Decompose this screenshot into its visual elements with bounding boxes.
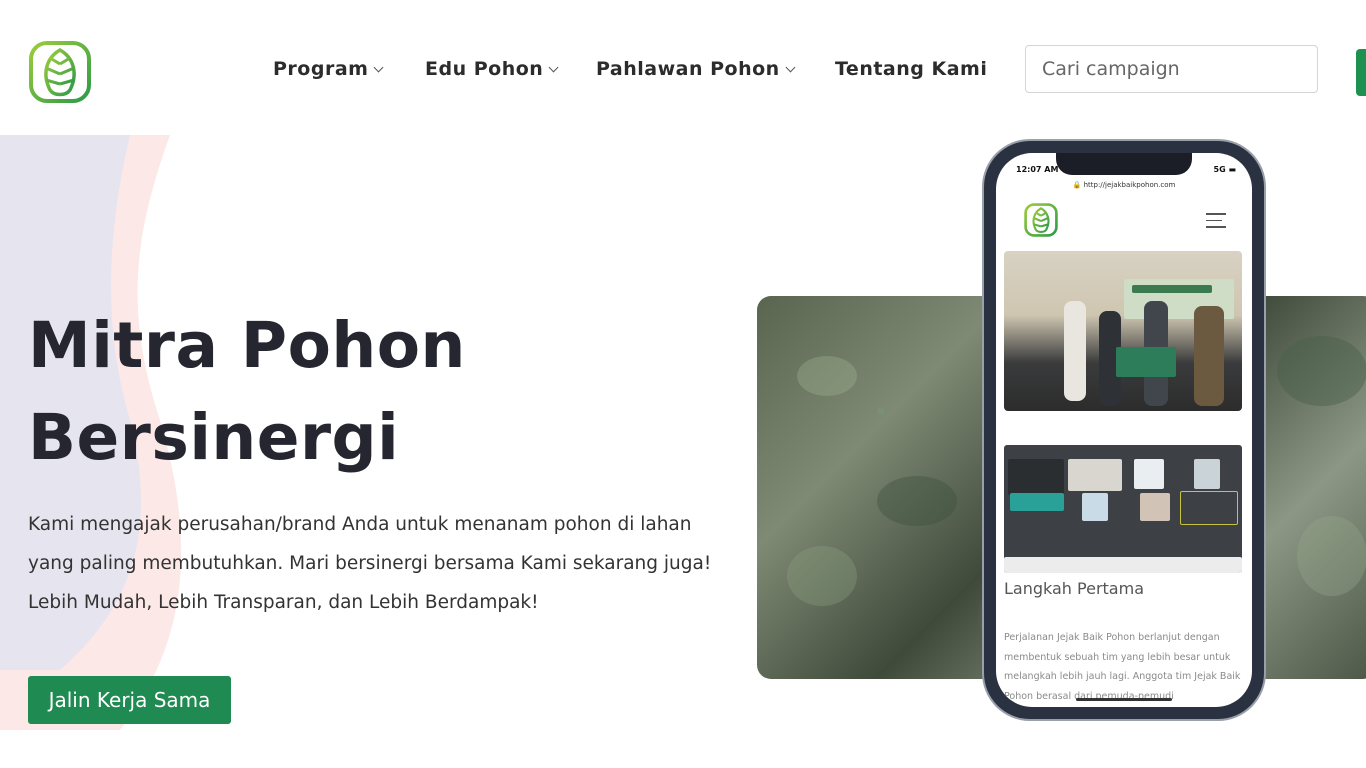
mobile-section-text: Perjalanan Jejak Baik Pohon berlanjut de… <box>1004 632 1241 702</box>
browser-url: 🔒 http://jejakbaikpohon.com <box>996 181 1252 189</box>
leaf-logo-icon <box>1024 203 1058 237</box>
home-indicator <box>1076 698 1172 701</box>
nav-edu-pohon-label: Edu Pohon <box>425 58 544 80</box>
status-signal: 5G ▬ <box>1213 165 1236 174</box>
chevron-down-icon <box>548 62 559 72</box>
leaf-logo-icon[interactable] <box>28 40 92 104</box>
hero-title-line1: Mitra Pohon <box>28 309 466 382</box>
nav-tentang-kami-label: Tentang Kami <box>835 58 988 80</box>
event-photo <box>1004 251 1242 411</box>
header-action-button[interactable] <box>1356 49 1366 96</box>
hero-description: Kami mengajak perusahan/brand Anda untuk… <box>28 514 712 613</box>
browser-url-text: http://jejakbaikpohon.com <box>1083 181 1176 189</box>
phone-notch <box>1056 153 1192 175</box>
lock-icon: 🔒 <box>1072 181 1082 189</box>
nav-program[interactable]: Program <box>273 58 384 80</box>
hero-title-line2: Bersinergi <box>28 401 400 474</box>
nav-pahlawan-pohon-label: Pahlawan Pohon <box>596 58 780 80</box>
phone-mockup: 12:07 AM 5G ▬ 🔒 http://jejakbaikpohon.co… <box>984 141 1264 719</box>
hero-title: Mitra Pohon Bersinergi <box>28 300 466 484</box>
nav-pahlawan-pohon[interactable]: Pahlawan Pohon <box>596 58 796 80</box>
phone-screen: 12:07 AM 5G ▬ 🔒 http://jejakbaikpohon.co… <box>996 153 1252 707</box>
nav-edu-pohon[interactable]: Edu Pohon <box>425 58 559 80</box>
jalin-kerja-sama-button[interactable]: Jalin Kerja Sama <box>28 676 231 724</box>
nav-program-label: Program <box>273 58 369 80</box>
site-header: Program Edu Pohon Pahlawan Pohon Tentang… <box>0 0 1366 135</box>
signal-label: 5G <box>1213 165 1226 174</box>
search-input[interactable] <box>1025 45 1318 93</box>
status-time: 12:07 AM <box>1016 165 1059 174</box>
video-call-screenshot <box>1004 445 1242 573</box>
chevron-down-icon <box>785 62 796 72</box>
chevron-down-icon <box>374 62 384 72</box>
mobile-section-heading: Langkah Pertama <box>1004 579 1144 598</box>
nav-tentang-kami[interactable]: Tentang Kami <box>835 58 987 80</box>
hamburger-menu-icon[interactable] <box>1206 213 1226 229</box>
